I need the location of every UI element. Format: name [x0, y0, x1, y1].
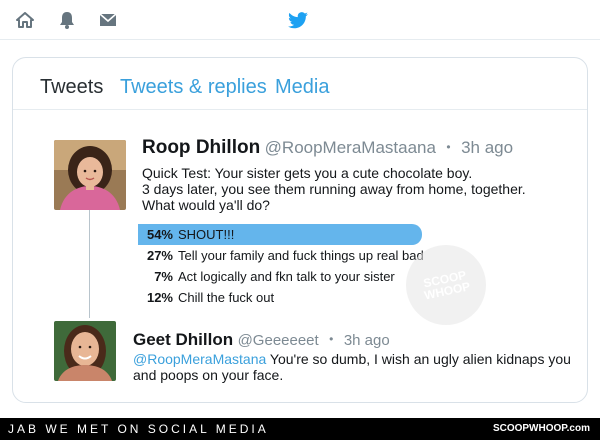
poll-percent: 12% [146, 290, 173, 305]
home-icon[interactable] [14, 9, 36, 31]
poll-option: 27% Tell your family and fuck things up … [138, 245, 428, 266]
poll-option: 12% Chill the fuck out [138, 287, 428, 308]
top-nav [0, 0, 600, 40]
poll-option: 54% SHOUT!!! [138, 224, 428, 245]
poll-option-label: SHOUT!!! [178, 227, 235, 242]
poll-option-label: Tell your family and fuck things up real… [178, 248, 424, 263]
poll-option: 7% Act logically and fkn talk to your si… [138, 266, 428, 287]
timeline-tabs: Tweets Tweets & replies Media [13, 58, 587, 110]
thread-connector-line [89, 210, 90, 318]
tab-tweets[interactable]: Tweets [40, 75, 103, 99]
watermark-logo: SCOOP WHOOP [406, 245, 486, 325]
reply-text: @RoopMeraMastana You're so dumb, I wish … [133, 351, 573, 383]
twitter-bird-icon[interactable] [286, 9, 310, 33]
watermark-text: SCOOP WHOOP [422, 267, 472, 303]
reply-header: Geet Dhillon @Geeeeeet • 3h ago [133, 330, 390, 350]
poll-option-label: Chill the fuck out [178, 290, 275, 305]
profile-timeline-card: Tweets Tweets & replies Media Roop Dhill… [12, 57, 588, 403]
reply-timestamp[interactable]: 3h ago [344, 332, 390, 349]
mention-link[interactable]: @RoopMeraMastana [133, 351, 266, 367]
author-name[interactable]: Roop Dhillon [142, 137, 260, 158]
poll-option-label: Act logically and fkn talk to your siste… [178, 269, 395, 284]
separator-dot: • [446, 140, 451, 154]
bell-icon[interactable] [56, 9, 78, 31]
tweet-text-line: 3 days later, you see them running away … [142, 181, 526, 197]
brand-credit: SCOOPWHOOP.com [492, 423, 590, 434]
separator-dot: • [329, 332, 334, 346]
tweet-text-line: What would ya'll do? [142, 197, 270, 213]
reply-author-name[interactable]: Geet Dhillon [133, 330, 233, 349]
tweet-text-line: Quick Test: Your sister gets you a cute … [142, 165, 473, 181]
poll: 54% SHOUT!!! 27% Tell your family and fu… [138, 224, 428, 308]
poll-percent: 27% [146, 248, 173, 263]
poll-percent: 7% [154, 269, 173, 284]
poll-percent: 54% [146, 227, 173, 242]
tab-tweets-and-replies[interactable]: Tweets & replies [120, 75, 267, 99]
avatar[interactable] [54, 321, 116, 381]
reply-author-handle[interactable]: @Geeeeeet [238, 332, 319, 349]
tab-media[interactable]: Media [275, 75, 329, 99]
caption-title: JAB WE MET ON SOCIAL MEDIA [8, 422, 269, 436]
tweet-timestamp[interactable]: 3h ago [461, 138, 513, 157]
avatar[interactable] [54, 140, 126, 210]
caption-bar: JAB WE MET ON SOCIAL MEDIA SCOOPWHOOP.co… [0, 418, 600, 440]
tweet-header: Roop Dhillon @RoopMeraMastaana • 3h ago [142, 137, 513, 159]
author-handle[interactable]: @RoopMeraMastaana [265, 138, 436, 157]
mail-icon[interactable] [97, 9, 119, 31]
tweet-text: Quick Test: Your sister gets you a cute … [142, 165, 562, 213]
